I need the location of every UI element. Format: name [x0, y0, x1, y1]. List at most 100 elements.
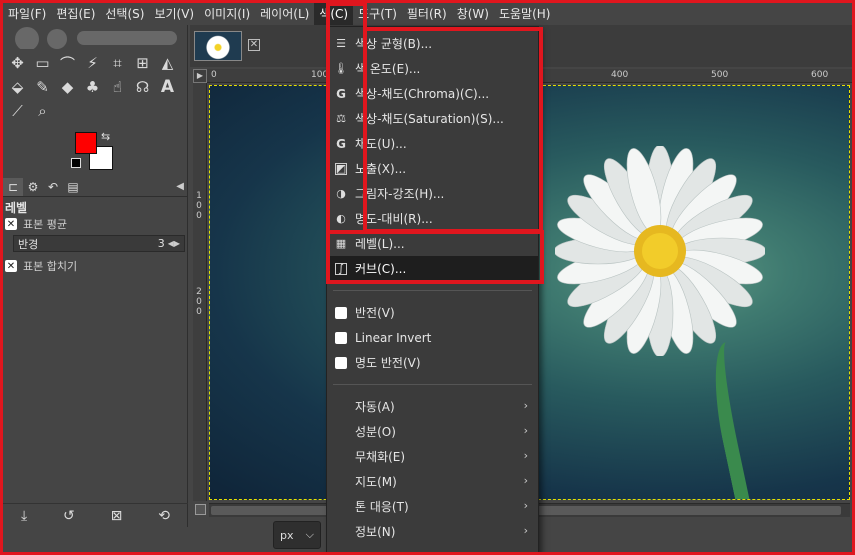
sliders-icon: ☰: [336, 37, 346, 50]
ruler-tick: 2 0 0: [196, 287, 202, 317]
menu-view[interactable]: 보기(V): [149, 3, 199, 25]
submenu-auto[interactable]: 자동(A) ›: [327, 394, 538, 419]
submenu-info[interactable]: 정보(N) ›: [327, 519, 538, 544]
checkbox-icon[interactable]: ✕: [5, 218, 17, 230]
dock-menu-icon[interactable]: ◀: [176, 181, 184, 192]
menu-edit[interactable]: 편집(E): [51, 3, 100, 25]
chevron-right-icon: ›: [523, 449, 528, 462]
shadows-highlights-item[interactable]: ◑ 그림자-강조(H)...: [327, 181, 538, 206]
invert-item[interactable]: 반전(V): [327, 300, 538, 325]
left-ruler: 1 0 0 2 0 0: [193, 83, 207, 501]
checkbox-icon[interactable]: ✕: [5, 260, 17, 272]
reset-options-icon[interactable]: ⟲: [158, 508, 170, 524]
saturation-item[interactable]: G 채도(U)...: [327, 131, 538, 156]
transform-tool-icon[interactable]: ⊞: [130, 51, 155, 75]
submenu-tone-mapping[interactable]: 톤 대응(T) ›: [327, 494, 538, 519]
images-tab-icon[interactable]: ▤: [63, 178, 83, 196]
linear-invert-item[interactable]: Linear Invert: [327, 325, 538, 350]
close-icon[interactable]: ✕: [248, 39, 260, 51]
levels-icon: ▦: [335, 237, 347, 250]
color-picker-tool-icon[interactable]: ⟋: [5, 99, 30, 123]
ruler-tick: 400: [611, 70, 629, 80]
submenu-components[interactable]: 성분(O) ›: [327, 419, 538, 444]
gegl-icon: G: [336, 136, 346, 151]
submenu-map[interactable]: 지도(M) ›: [327, 469, 538, 494]
submenu-desaturate[interactable]: 무채화(E) ›: [327, 444, 538, 469]
ruler-tick: 1 0 0: [196, 191, 202, 221]
menu-windows[interactable]: 창(W): [452, 3, 494, 25]
panel-title: 레벨: [5, 201, 28, 215]
unit-select[interactable]: px ⌵: [273, 521, 321, 549]
text-tool-icon[interactable]: A: [155, 75, 180, 99]
hue-chroma-item[interactable]: G 색상-채도(Chroma)(C)...: [327, 81, 538, 106]
ruler-tick: 0: [211, 70, 217, 80]
invert-icon: [335, 356, 347, 369]
tool-grid: ✥ ▭ ⌒ ⚡ ⌗ ⊞ ◭ ⬙ ✎ ◆ ♣ ☝ ☊ A ⟋ ⌕: [5, 51, 185, 123]
ruler-tick: 500: [711, 70, 729, 80]
swap-colors-icon[interactable]: ⇆: [101, 130, 110, 143]
invert-icon: [335, 331, 347, 344]
menu-colors[interactable]: 색(C): [314, 3, 354, 25]
smudge-tool-icon[interactable]: ☝: [105, 75, 130, 99]
menu-separator: [333, 384, 532, 385]
zoom-tool-icon[interactable]: ⌕: [30, 99, 55, 123]
daisy-image: [555, 146, 765, 356]
dock-tabs: ⊏ ⚙ ↶ ▤ ◀: [3, 177, 188, 197]
rect-select-tool-icon[interactable]: ▭: [30, 51, 55, 75]
value-invert-item[interactable]: 명도 반전(V): [327, 350, 538, 375]
exposure-item[interactable]: ◩ 노출(X)...: [327, 156, 538, 181]
wilber-decoration: [7, 25, 185, 49]
chevron-right-icon: ›: [523, 524, 528, 537]
lasso-tool-icon[interactable]: ⌒: [55, 51, 80, 75]
chevron-down-icon: ⌵: [305, 528, 314, 541]
sample-merged-option[interactable]: ✕ 표본 합치기: [5, 258, 77, 274]
ruler-tick: 600: [811, 70, 829, 80]
foreground-color[interactable]: [75, 132, 97, 154]
menu-filters[interactable]: 필터(R): [402, 3, 452, 25]
levels-item[interactable]: ▦ 레벨(L)...: [327, 231, 538, 256]
menu-layer[interactable]: 레이어(L): [255, 3, 314, 25]
menu-help[interactable]: 도움말(H): [494, 3, 556, 25]
restore-options-icon[interactable]: ↺: [63, 508, 75, 524]
sample-average-option[interactable]: ✕ 표본 평균: [5, 216, 67, 232]
clone-tool-icon[interactable]: ♣: [80, 75, 105, 99]
color-balance-item[interactable]: ☰ 색상 균형(B)...: [327, 31, 538, 56]
invert-icon: [335, 306, 347, 319]
color-temperature-item[interactable]: 🌡 색 온도(E)...: [327, 56, 538, 81]
menu-separator: [333, 290, 532, 291]
device-status-tab-icon[interactable]: ⚙: [23, 178, 43, 196]
menu-separator: [333, 553, 532, 554]
curves-icon: ∫: [335, 262, 347, 275]
curves-item[interactable]: ∫ 커브(C)...: [327, 256, 538, 281]
spinner-icon[interactable]: ◀▶: [168, 239, 180, 248]
eraser-tool-icon[interactable]: ◆: [55, 75, 80, 99]
image-thumbnail[interactable]: [194, 31, 242, 61]
warp-tool-icon[interactable]: ◭: [155, 51, 180, 75]
hue-saturation-icon: ⚖: [336, 112, 346, 125]
menu-select[interactable]: 선택(S): [100, 3, 149, 25]
reset-colors-icon[interactable]: [71, 158, 81, 168]
colors-menu: ☰ 색상 균형(B)... 🌡 색 온도(E)... G 색상-채도(Chroma)(…: [326, 26, 539, 555]
navigate-icon[interactable]: [195, 504, 206, 515]
hue-saturation-item[interactable]: ⚖ 색상-채도(Saturation)(S)...: [327, 106, 538, 131]
brightness-contrast-item[interactable]: ◐ 명도-대비(R)...: [327, 206, 538, 231]
menu-tools[interactable]: 도구(T): [353, 3, 402, 25]
delete-options-icon[interactable]: ⊠: [111, 508, 123, 524]
paintbrush-tool-icon[interactable]: ✎: [30, 75, 55, 99]
radius-field[interactable]: 반경 3 ◀▶: [13, 235, 185, 252]
save-options-icon[interactable]: ⤓: [21, 508, 27, 524]
brightness-contrast-icon: ◐: [336, 212, 346, 225]
move-tool-icon[interactable]: ✥: [5, 51, 30, 75]
bucket-fill-tool-icon[interactable]: ⬙: [5, 75, 30, 99]
chevron-right-icon: ›: [523, 499, 528, 512]
fuzzy-select-tool-icon[interactable]: ⚡: [80, 51, 105, 75]
quick-mask-icon[interactable]: ▶: [193, 69, 207, 83]
dodge-tool-icon[interactable]: ☊: [130, 75, 155, 99]
undo-history-tab-icon[interactable]: ↶: [43, 178, 63, 196]
tool-options-tab-icon[interactable]: ⊏: [3, 177, 23, 196]
menu-file[interactable]: 파일(F): [3, 3, 51, 25]
menu-image[interactable]: 이미지(I): [199, 3, 255, 25]
shadows-highlights-icon: ◑: [336, 187, 346, 200]
crop-tool-icon[interactable]: ⌗: [105, 51, 130, 75]
chevron-right-icon: ›: [523, 424, 528, 437]
